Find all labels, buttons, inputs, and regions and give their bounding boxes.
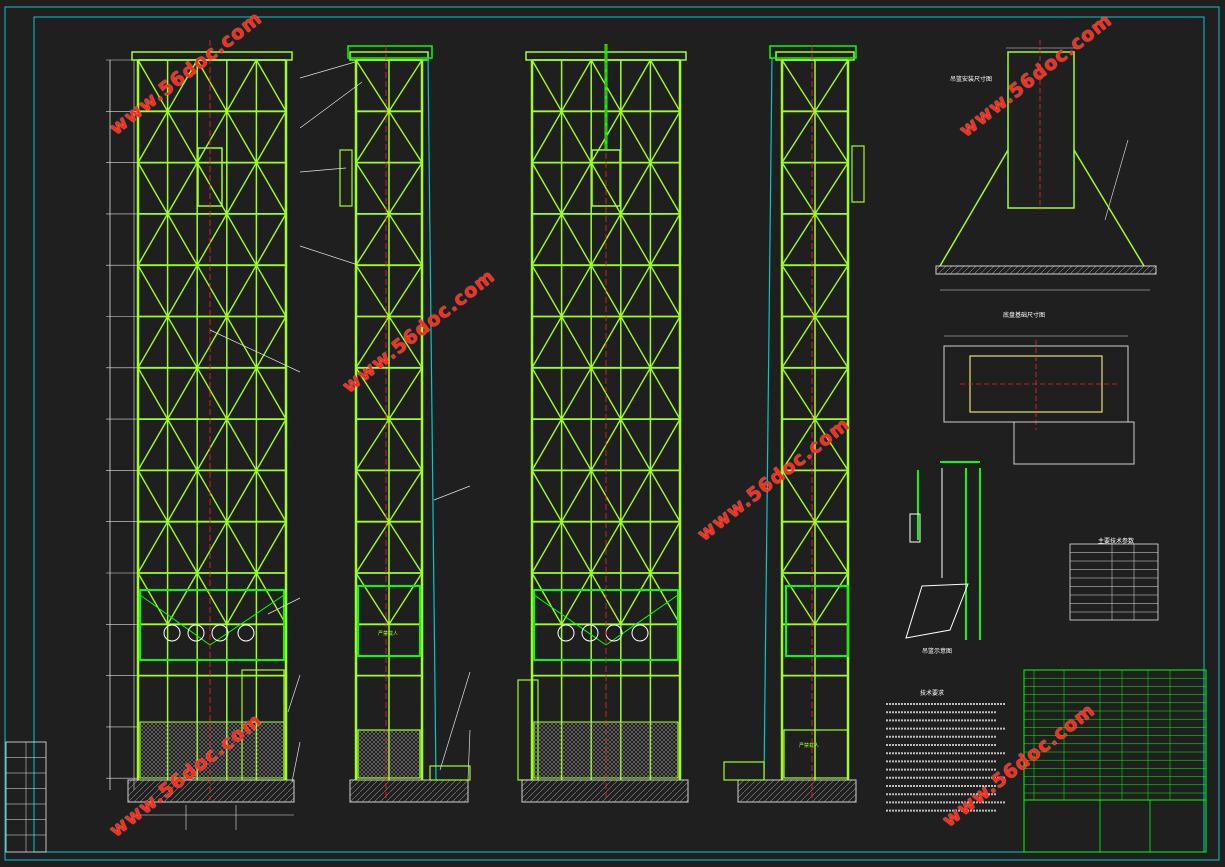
revision-block — [5, 741, 47, 853]
title-block — [1023, 669, 1207, 853]
detail-bucket-sketch — [905, 461, 981, 640]
cad-drawing-sheet: 吊篮安装尺寸图 底盘基础尺寸图 吊篮示意图 主要技术参数 技术要求 严禁载人 严… — [0, 0, 1225, 867]
params-table-title: 主要技术参数 — [1098, 538, 1135, 545]
side-elevation-left — [339, 45, 471, 803]
cage-label-right: 严禁载人 — [799, 743, 820, 749]
cage-label-left: 严禁载人 — [378, 631, 399, 637]
dimension-chain-left — [106, 59, 138, 790]
notes-title: 技术要求 — [920, 690, 945, 697]
params-table — [1069, 543, 1159, 621]
detail-title-top: 吊篮安装尺寸图 — [950, 76, 993, 83]
rear-elevation — [517, 44, 689, 803]
detail-title-middle: 底盘基础尺寸图 — [1003, 312, 1046, 319]
detail-title-bottom: 吊篮示意图 — [922, 648, 953, 655]
front-elevation — [127, 51, 295, 830]
detail-foundation-plan — [943, 335, 1135, 465]
